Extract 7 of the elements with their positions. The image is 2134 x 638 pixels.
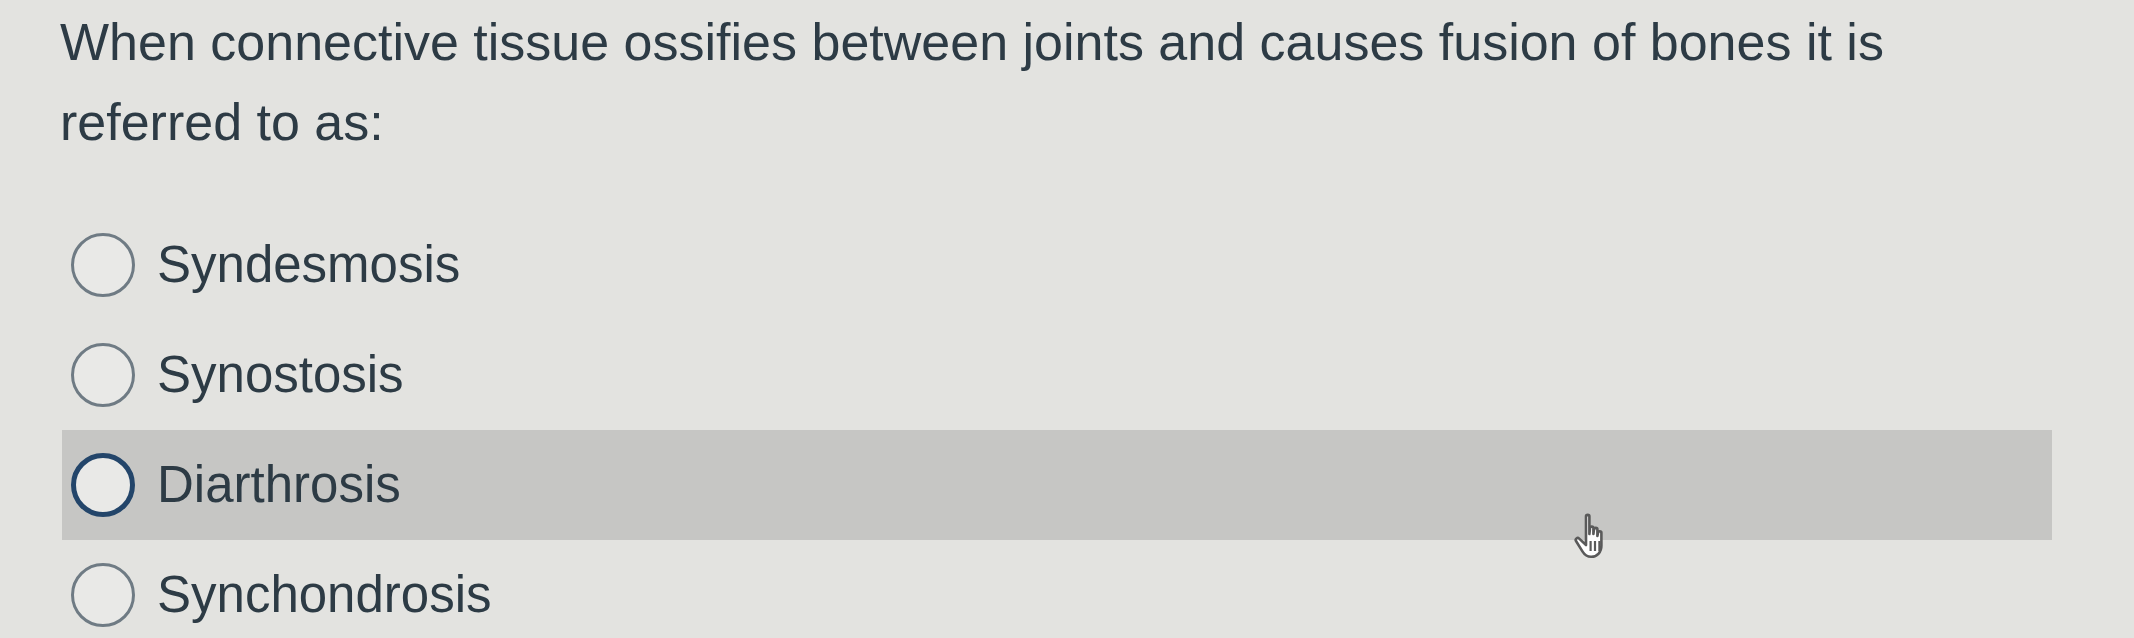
- highlighted-option-row[interactable]: Diarthrosis: [62, 430, 2052, 540]
- question-text: When connective tissue ossifies between joints and causes fusion of bones it is referred to as:: [60, 12, 1885, 153]
- option-label[interactable]: Diarthrosis: [157, 454, 401, 516]
- option-label[interactable]: Synostosis: [157, 344, 404, 406]
- radio-button[interactable]: [71, 453, 135, 517]
- option-label[interactable]: Synchondrosis: [157, 564, 492, 626]
- option-label[interactable]: Syndesmosis: [157, 234, 461, 296]
